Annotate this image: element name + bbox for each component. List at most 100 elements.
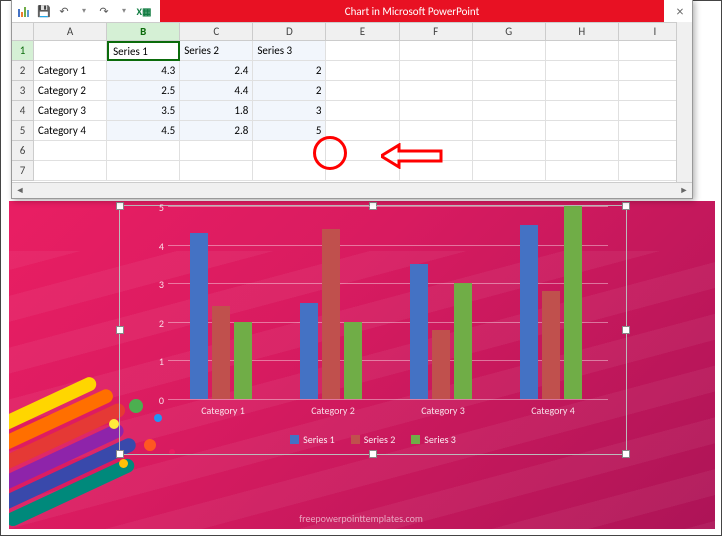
- bar[interactable]: [322, 229, 340, 399]
- cell-h1[interactable]: [546, 41, 619, 61]
- bar[interactable]: [410, 264, 428, 399]
- cell-f2[interactable]: [400, 61, 473, 81]
- cell-d3[interactable]: 2: [253, 81, 326, 101]
- spreadsheet-grid[interactable]: A B C D E F G H I 1 Series 1 Series 2 Se…: [12, 22, 692, 181]
- resize-handle[interactable]: [116, 450, 124, 458]
- bar-group[interactable]: [410, 264, 472, 399]
- resize-handle[interactable]: [116, 202, 124, 210]
- window-title: Chart in Microsoft PowerPoint: [160, 0, 664, 22]
- resize-handle[interactable]: [622, 326, 630, 334]
- chart-type-icon[interactable]: [16, 3, 32, 19]
- chart-plot-area[interactable]: 012345Category 1Category 2Category 3Cate…: [168, 206, 608, 399]
- cell-c3[interactable]: 4.4: [180, 81, 253, 101]
- scroll-left-icon[interactable]: ◄: [12, 184, 28, 198]
- cell-g1[interactable]: [473, 41, 546, 61]
- cell-b4[interactable]: 3.5: [107, 101, 180, 121]
- bar[interactable]: [300, 303, 318, 400]
- cell-a1[interactable]: [34, 41, 107, 61]
- row-header-4[interactable]: 4: [12, 101, 34, 121]
- col-header-f[interactable]: F: [400, 23, 473, 41]
- cell-d5[interactable]: 5: [253, 121, 326, 141]
- col-header-b[interactable]: B: [107, 23, 180, 41]
- undo-icon[interactable]: ↶: [56, 3, 72, 19]
- row-header-5[interactable]: 5: [12, 121, 34, 141]
- scroll-right-icon[interactable]: ►: [676, 184, 692, 198]
- watermark-text: freepowerpointtemplates.com: [1, 512, 721, 525]
- col-header-e[interactable]: E: [326, 23, 399, 41]
- cell-d4[interactable]: 3: [253, 101, 326, 121]
- vertical-scrollbar[interactable]: [676, 22, 692, 182]
- col-header-c[interactable]: C: [180, 23, 253, 41]
- col-header-a[interactable]: A: [34, 23, 107, 41]
- cell-b2[interactable]: 4.3: [107, 61, 180, 81]
- chart-legend[interactable]: Series 1 Series 2 Series 3: [120, 433, 626, 446]
- cell-g5[interactable]: [473, 121, 546, 141]
- chart-object[interactable]: 012345Category 1Category 2Category 3Cate…: [119, 205, 627, 455]
- bar[interactable]: [432, 330, 450, 399]
- redo-dropdown-icon[interactable]: ▾: [116, 3, 132, 19]
- bar[interactable]: [564, 206, 582, 399]
- bar[interactable]: [234, 322, 252, 399]
- col-header-h[interactable]: H: [546, 23, 619, 41]
- cell-a6[interactable]: [34, 141, 107, 161]
- cell-h5[interactable]: [546, 121, 619, 141]
- resize-handle[interactable]: [369, 450, 377, 458]
- cell-f1[interactable]: [400, 41, 473, 61]
- cell-f3[interactable]: [400, 81, 473, 101]
- row-header-6[interactable]: 6: [12, 141, 34, 161]
- bar[interactable]: [520, 225, 538, 399]
- bar-group[interactable]: [300, 229, 362, 399]
- resize-handle[interactable]: [622, 202, 630, 210]
- cell-g2[interactable]: [473, 61, 546, 81]
- cell-h4[interactable]: [546, 101, 619, 121]
- bar[interactable]: [212, 306, 230, 399]
- y-tick-label: 4: [140, 240, 164, 253]
- bar[interactable]: [454, 283, 472, 399]
- resize-handle[interactable]: [116, 326, 124, 334]
- cell-d1[interactable]: Series 3: [253, 41, 326, 61]
- save-icon[interactable]: 💾: [36, 3, 52, 19]
- select-all-corner[interactable]: [12, 23, 34, 41]
- cell-h2[interactable]: [546, 61, 619, 81]
- cell-f4[interactable]: [400, 101, 473, 121]
- cell-a5[interactable]: Category 4: [34, 121, 107, 141]
- row-header-1[interactable]: 1: [12, 41, 34, 61]
- col-header-d[interactable]: D: [253, 23, 326, 41]
- cell-a7[interactable]: [34, 161, 107, 181]
- chart-data-window[interactable]: 💾 ↶ ▾ ↷ ▾ X▦ Chart in Microsoft PowerPoi…: [11, 0, 693, 199]
- bar[interactable]: [542, 291, 560, 399]
- row-header-3[interactable]: 3: [12, 81, 34, 101]
- row-header-7[interactable]: 7: [12, 161, 34, 181]
- cell-g4[interactable]: [473, 101, 546, 121]
- redo-icon[interactable]: ↷: [96, 3, 112, 19]
- cell-a3[interactable]: Category 2: [34, 81, 107, 101]
- cell-a4[interactable]: Category 3: [34, 101, 107, 121]
- excel-icon[interactable]: X▦: [136, 3, 152, 19]
- cell-c5[interactable]: 2.8: [180, 121, 253, 141]
- bar[interactable]: [344, 322, 362, 399]
- cell-e1[interactable]: [326, 41, 399, 61]
- cell-e3[interactable]: [326, 81, 399, 101]
- undo-dropdown-icon[interactable]: ▾: [76, 3, 92, 19]
- cell-h3[interactable]: [546, 81, 619, 101]
- cell-g3[interactable]: [473, 81, 546, 101]
- cell-c2[interactable]: 2.4: [180, 61, 253, 81]
- cell-f5[interactable]: [400, 121, 473, 141]
- bar-group[interactable]: [520, 206, 582, 399]
- cell-a2[interactable]: Category 1: [34, 61, 107, 81]
- cell-b1[interactable]: Series 1: [107, 41, 180, 61]
- cell-c1[interactable]: Series 2: [180, 41, 253, 61]
- cell-c4[interactable]: 1.8: [180, 101, 253, 121]
- cell-b3[interactable]: 2.5: [107, 81, 180, 101]
- cell-b5[interactable]: 4.5: [107, 121, 180, 141]
- bar-group[interactable]: [190, 233, 252, 399]
- bar[interactable]: [190, 233, 208, 399]
- horizontal-scrollbar[interactable]: ◄ ►: [12, 182, 692, 198]
- cell-e2[interactable]: [326, 61, 399, 81]
- cell-e4[interactable]: [326, 101, 399, 121]
- col-header-g[interactable]: G: [473, 23, 546, 41]
- close-button[interactable]: ×: [668, 1, 692, 21]
- cell-d2[interactable]: 2: [253, 61, 326, 81]
- resize-handle[interactable]: [622, 450, 630, 458]
- row-header-2[interactable]: 2: [12, 61, 34, 81]
